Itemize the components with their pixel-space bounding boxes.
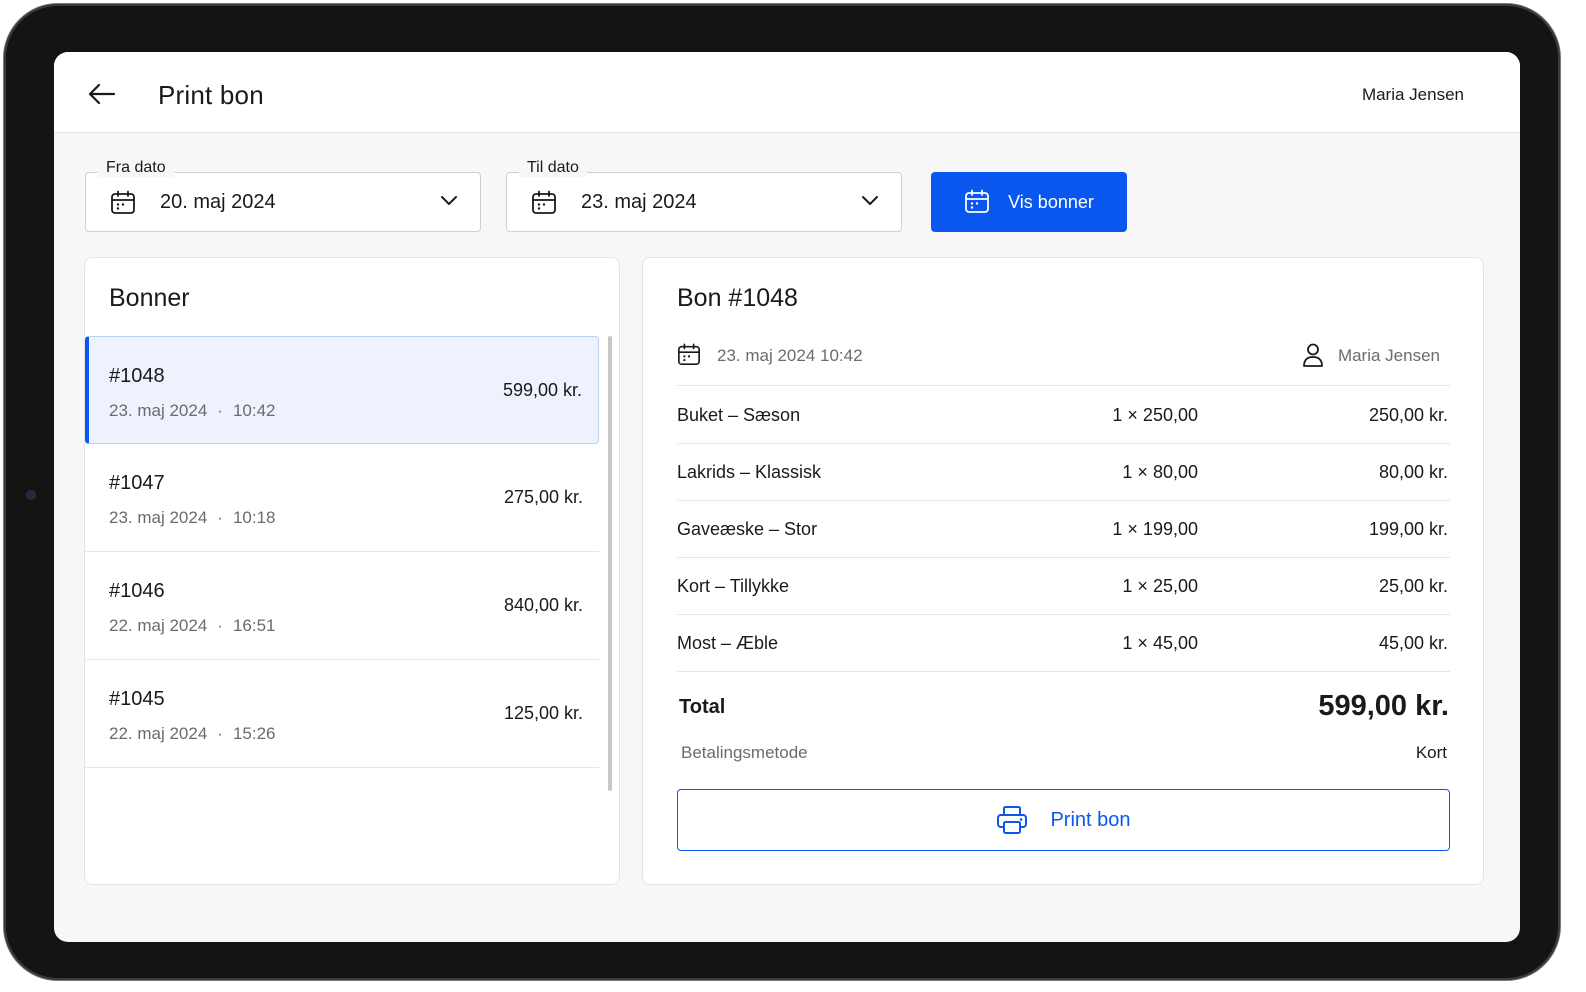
- receipt-detail-user: Maria Jensen: [1337, 346, 1440, 365]
- user-icon: [1303, 343, 1323, 367]
- from-date-label: Fra dato: [98, 159, 174, 177]
- line-item-sum: 25,00 kr.: [1378, 576, 1448, 596]
- receipt-number: #1048: [109, 365, 165, 387]
- show-receipts-label: Vis bonner: [1008, 191, 1094, 212]
- receipt-list-scrollbar[interactable]: [608, 336, 612, 791]
- line-item-qty: 1 × 25,00: [1122, 576, 1198, 596]
- app-header: Print bon Maria Jensen: [54, 52, 1520, 133]
- line-item-sum: 80,00 kr.: [1378, 462, 1448, 482]
- line-item: Most – Æble 1 × 45,00 45,00 kr.: [677, 615, 1450, 672]
- receipt-detail-title: Bon #1048: [677, 284, 798, 312]
- receipt-list-item-1048[interactable]: #1048 23. maj 2024 · 10:42 599,00 kr.: [85, 336, 599, 444]
- receipt-datetime: 23. maj 2024 · 10:42: [109, 401, 276, 420]
- total-label: Total: [679, 696, 726, 718]
- line-item: Kort – Tillykke 1 × 25,00 25,00 kr.: [677, 558, 1450, 615]
- tablet-frame: Print bon Maria Jensen Fra dato 20. maj …: [4, 4, 1560, 980]
- receipt-datetime: 22. maj 2024 · 15:26: [109, 724, 276, 743]
- receipt-list-item-1047[interactable]: #1047 23. maj 2024 · 10:18 275,00 kr.: [85, 444, 599, 552]
- line-item: Lakrids – Klassisk 1 × 80,00 80,00 kr.: [677, 444, 1450, 501]
- to-date-label: Til dato: [519, 159, 587, 177]
- line-item-sum: 45,00 kr.: [1378, 633, 1448, 653]
- chevron-down-icon: [441, 196, 457, 205]
- receipt-detail-datetime: 23. maj 2024 10:42: [717, 346, 863, 365]
- line-item-name: Buket – Sæson: [677, 405, 801, 425]
- receipt-list: #1048 23. maj 2024 · 10:42 599,00 kr. #104…: [85, 336, 599, 768]
- from-date-value: 20. maj 2024: [160, 191, 276, 213]
- line-item: Gaveæske – Stor 1 × 199,00 199,00 kr.: [677, 501, 1450, 558]
- show-receipts-button[interactable]: Vis bonner: [931, 172, 1127, 232]
- calendar-icon: [678, 343, 700, 366]
- receipt-detail-panel: Bon #1048 23. maj 2024 10:42 Maria Jense…: [642, 257, 1484, 885]
- line-item-name: Gaveæske – Stor: [677, 519, 818, 539]
- receipt-amount: 125,00 kr.: [503, 703, 583, 723]
- line-item-sum: 199,00 kr.: [1368, 519, 1448, 539]
- receipt-time: 15:26: [232, 724, 276, 743]
- line-item-name: Most – Æble: [677, 633, 779, 653]
- receipt-time: 16:51: [232, 616, 276, 635]
- total-value: 599,00 kr.: [1318, 690, 1449, 722]
- chevron-down-icon: [862, 196, 878, 205]
- camera: [26, 490, 36, 500]
- line-item-qty: 1 × 199,00: [1112, 519, 1198, 539]
- receipt-date: 22. maj 2024: [109, 616, 208, 635]
- calendar-icon: [111, 190, 135, 214]
- line-item-qty: 1 × 250,00: [1112, 405, 1198, 425]
- receipt-date: 22. maj 2024: [109, 724, 208, 743]
- back-button[interactable]: [84, 78, 120, 110]
- receipt-line-items: Buket – Sæson 1 × 250,00 250,00 kr. Lakr…: [677, 387, 1450, 672]
- line-item-sum: 250,00 kr.: [1368, 405, 1448, 425]
- arrow-left-icon: [88, 83, 116, 105]
- receipt-number: #1045: [109, 688, 165, 710]
- receipt-amount: 840,00 kr.: [503, 595, 583, 615]
- app-screen: Print bon Maria Jensen Fra dato 20. maj …: [54, 52, 1520, 942]
- receipt-number: #1047: [109, 472, 165, 494]
- calendar-icon: [965, 189, 990, 213]
- receipt-list-item-1046[interactable]: #1046 22. maj 2024 · 16:51 840,00 kr.: [85, 552, 599, 660]
- receipt-amount: 275,00 kr.: [503, 487, 583, 507]
- receipt-amount: 599,00 kr.: [502, 380, 582, 400]
- receipt-number: #1046: [109, 580, 165, 602]
- receipt-detail-meta: 23. maj 2024 10:42 Maria Jensen: [677, 342, 1450, 386]
- to-date-value: 23. maj 2024: [581, 191, 697, 213]
- receipt-list-title: Bonner: [109, 284, 190, 312]
- line-item-qty: 1 × 45,00: [1122, 633, 1198, 653]
- receipt-list-item-1045[interactable]: #1045 22. maj 2024 · 15:26 125,00 kr.: [85, 660, 599, 768]
- printer-icon: [997, 806, 1028, 834]
- line-item-name: Kort – Tillykke: [677, 576, 790, 596]
- receipt-date: 23. maj 2024: [109, 401, 208, 420]
- to-date-picker[interactable]: Til dato 23. maj 2024: [506, 159, 902, 232]
- receipt-datetime: 23. maj 2024 · 10:18: [109, 508, 276, 527]
- print-receipt-button[interactable]: Print bon: [677, 789, 1450, 851]
- payment-method-value: Kort: [1415, 743, 1447, 762]
- receipt-datetime: 22. maj 2024 · 16:51: [109, 616, 276, 635]
- page-title: Print bon: [158, 80, 264, 110]
- line-item-name: Lakrids – Klassisk: [677, 462, 822, 482]
- receipt-time: 10:42: [232, 401, 276, 420]
- receipt-date: 23. maj 2024: [109, 508, 208, 527]
- payment-method-label: Betalingsmetode: [681, 743, 808, 762]
- receipt-list-panel: Bonner #1048 23. maj 2024 · 10:42 599,00 k…: [84, 257, 620, 885]
- current-user[interactable]: Maria Jensen: [1362, 85, 1464, 105]
- receipt-time: 10:18: [232, 508, 276, 527]
- calendar-icon: [532, 190, 556, 214]
- line-item: Buket – Sæson 1 × 250,00 250,00 kr.: [677, 387, 1450, 444]
- from-date-picker[interactable]: Fra dato 20. maj 2024: [85, 159, 481, 232]
- print-receipt-label: Print bon: [1050, 808, 1131, 831]
- line-item-qty: 1 × 80,00: [1122, 462, 1198, 482]
